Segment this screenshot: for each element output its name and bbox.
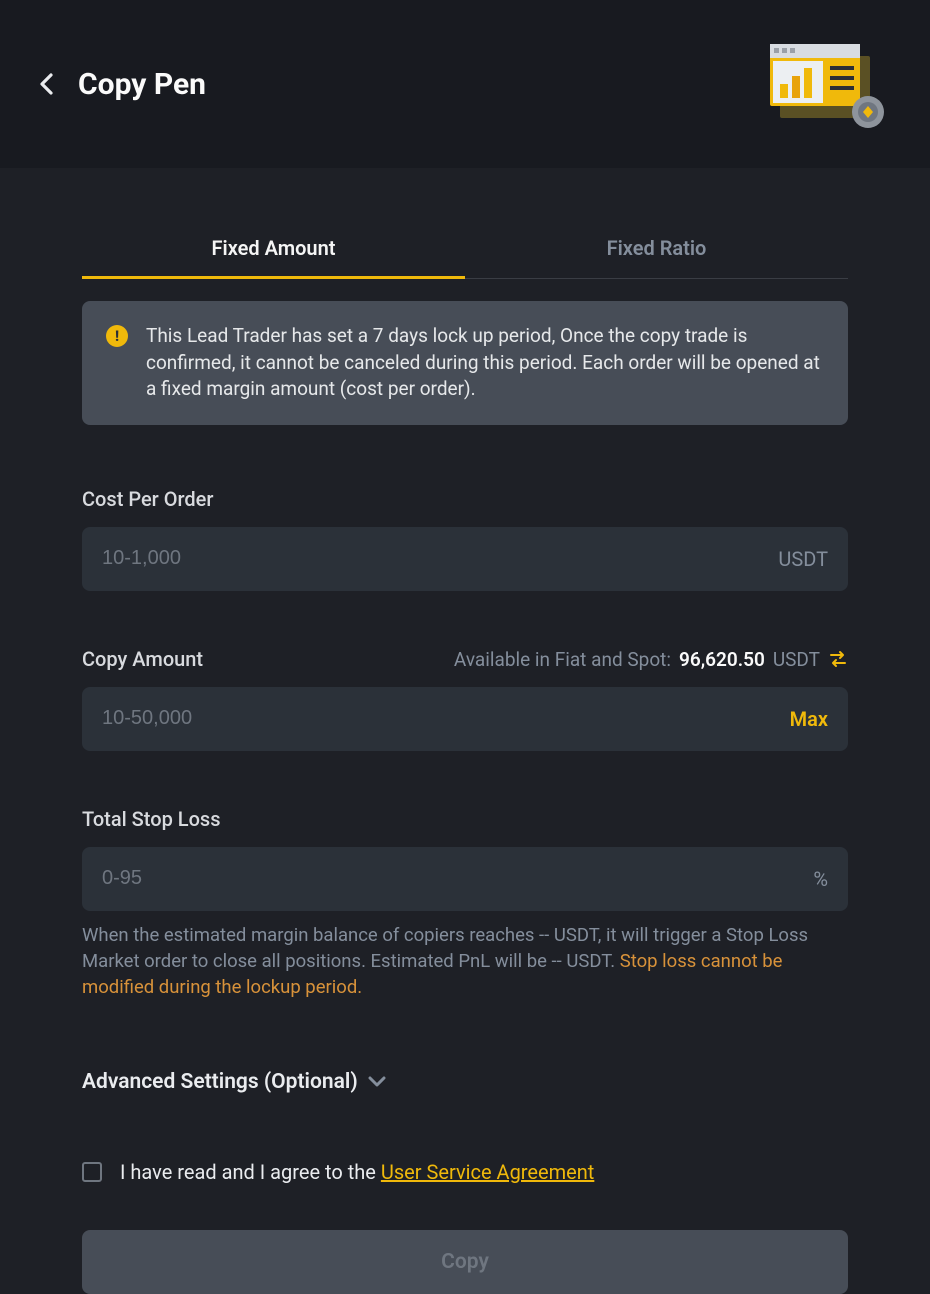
cost-per-order-unit: USDT xyxy=(778,547,828,571)
agreement-link[interactable]: User Service Agreement xyxy=(381,1160,594,1184)
max-button[interactable]: Max xyxy=(776,707,828,731)
tab-fixed-amount[interactable]: Fixed Amount xyxy=(82,220,465,278)
available-unit: USDT xyxy=(773,648,820,671)
tab-fixed-ratio[interactable]: Fixed Ratio xyxy=(465,220,848,278)
agreement-checkbox[interactable] xyxy=(82,1162,102,1182)
stop-loss-input-row: % xyxy=(82,847,848,911)
copy-button[interactable]: Copy xyxy=(82,1230,848,1294)
chevron-down-icon xyxy=(368,1076,386,1088)
warning-icon: ! xyxy=(106,325,128,347)
stop-loss-section: Total Stop Loss % When the estimated mar… xyxy=(82,807,848,1001)
available-value: 96,620.50 xyxy=(679,648,765,671)
notice-text: This Lead Trader has set a 7 days lock u… xyxy=(146,323,824,403)
advanced-settings-label: Advanced Settings (Optional) xyxy=(82,1070,358,1094)
lockup-notice: ! This Lead Trader has set a 7 days lock… xyxy=(82,301,848,425)
cost-per-order-section: Cost Per Order USDT xyxy=(82,487,848,591)
stop-loss-help: When the estimated margin balance of cop… xyxy=(82,923,848,1001)
agreement-row: I have read and I agree to the User Serv… xyxy=(82,1160,848,1184)
stop-loss-unit: % xyxy=(813,867,828,891)
content: Fixed Amount Fixed Ratio ! This Lead Tra… xyxy=(0,220,930,1294)
stop-loss-label: Total Stop Loss xyxy=(82,807,221,831)
copy-amount-input-row: Max xyxy=(82,687,848,751)
page-title: Copy Pen xyxy=(78,67,206,102)
back-button[interactable] xyxy=(36,74,56,94)
chevron-left-icon xyxy=(39,73,53,95)
copy-amount-section: Copy Amount Available in Fiat and Spot: … xyxy=(82,647,848,751)
page-header: Copy Pen xyxy=(0,0,930,168)
available-balance: Available in Fiat and Spot: 96,620.50 US… xyxy=(454,648,848,671)
cost-per-order-input[interactable] xyxy=(102,547,778,570)
stop-loss-input[interactable] xyxy=(102,867,813,890)
header-left: Copy Pen xyxy=(36,67,206,102)
header-illustration xyxy=(760,34,890,134)
copy-amount-label: Copy Amount xyxy=(82,647,203,671)
agreement-text: I have read and I agree to the User Serv… xyxy=(120,1160,594,1184)
agreement-prefix: I have read and I agree to the xyxy=(120,1160,381,1184)
swap-icon[interactable] xyxy=(828,650,848,668)
cost-per-order-input-row: USDT xyxy=(82,527,848,591)
copy-amount-input[interactable] xyxy=(102,707,776,730)
available-label: Available in Fiat and Spot: xyxy=(454,648,671,671)
advanced-settings-toggle[interactable]: Advanced Settings (Optional) xyxy=(82,1070,848,1094)
cost-per-order-label: Cost Per Order xyxy=(82,487,213,511)
tabs: Fixed Amount Fixed Ratio xyxy=(82,220,848,279)
